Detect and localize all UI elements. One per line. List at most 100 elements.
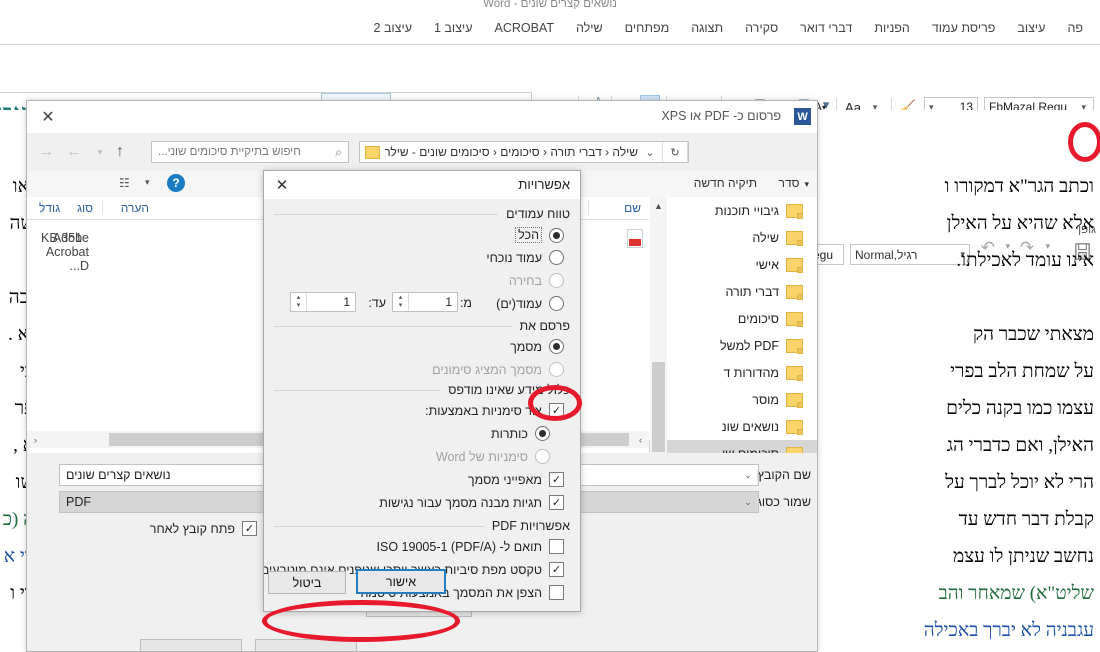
pdf-file-icon: [627, 229, 643, 248]
checkbox-iso-box[interactable]: [549, 539, 564, 554]
ribbon-tab-11[interactable]: עיצוב 2: [363, 18, 423, 38]
breadcrumb[interactable]: שילה ‹ דברי תורה ‹ סיכומים ‹ סיכומים שונ…: [385, 145, 638, 159]
ribbon-tab-3[interactable]: הפניות: [863, 18, 921, 38]
radio-publish-document-button[interactable]: [549, 339, 564, 354]
open-after-publish-checkbox[interactable]: ✓: [242, 521, 257, 536]
group-include: כלול מידע שאינו מודפס: [274, 383, 570, 397]
document-line: עגבניה לא יברך באכילה: [923, 620, 1094, 641]
radio-page-range-button[interactable]: [549, 296, 564, 311]
folder-list-pane[interactable]: גיבויי תוכנות שילה אישי דברי תורה סיכומים PDF…: [648, 197, 817, 497]
radio-bookmarks-headings-label: כותרות: [490, 426, 528, 441]
ribbon-tab-9[interactable]: ACROBAT: [483, 18, 565, 38]
search-icon: ⌕: [335, 144, 342, 159]
folder-item-6[interactable]: מהדורות ד: [649, 359, 817, 386]
ribbon-tab-1[interactable]: עיצוב: [1006, 18, 1056, 38]
help-icon[interactable]: ?: [167, 174, 185, 192]
hscroll-left-icon[interactable]: ‹: [27, 431, 44, 448]
refresh-button[interactable]: ↻: [663, 142, 688, 162]
folder-item-7[interactable]: מוסר: [649, 386, 817, 413]
folder-pane-scrollbar[interactable]: ▲ ▼: [650, 197, 667, 497]
dialog-cancel-button[interactable]: [255, 639, 357, 651]
column-size[interactable]: גודל: [39, 201, 60, 215]
scroll-thumb[interactable]: [652, 362, 665, 452]
search-placeholder: חיפוש בתיקיית סיכומים שוני...: [158, 146, 301, 158]
options-cancel-button[interactable]: ביטול: [268, 571, 346, 594]
open-after-publish-option[interactable]: ✓ פתח קובץ לאחר: [150, 521, 257, 536]
recent-locations-caret-icon[interactable]: ▾: [89, 141, 111, 163]
folder-item-0[interactable]: גיבויי תוכנות: [649, 197, 817, 224]
ribbon-tab-5[interactable]: סקירה: [734, 18, 789, 38]
checkbox-create-bookmarks-box[interactable]: ✓: [549, 403, 564, 418]
address-bar[interactable]: ↻ ⌄ שילה ‹ דברי תורה ‹ סיכומים ‹ סיכומים…: [359, 141, 689, 163]
folder-icon: [786, 230, 803, 246]
column-name[interactable]: שם: [624, 201, 641, 215]
publish-button[interactable]: [140, 639, 242, 651]
checkbox-encrypt-box[interactable]: [549, 585, 564, 600]
page-to-spinner[interactable]: ▴ ▾ 1: [290, 292, 356, 312]
options-title-bar: אפשרויות ✕: [264, 171, 580, 199]
ribbon-tab-8[interactable]: שילה: [565, 18, 614, 38]
view-layout-icon[interactable]: ☷: [119, 176, 130, 190]
file-name-caret-icon[interactable]: ⌄: [739, 469, 758, 481]
folder-item-2[interactable]: אישי: [649, 251, 817, 278]
folder-item-3[interactable]: דברי תורה: [649, 278, 817, 305]
group-include-label: כלול מידע שאינו מודפס: [448, 383, 570, 397]
page-from-spinner[interactable]: ▴ ▾ 1: [392, 292, 458, 312]
options-close-icon[interactable]: ✕: [272, 175, 292, 195]
folder-icon: [365, 145, 380, 159]
new-folder-button[interactable]: תיקיה חדשה: [694, 176, 757, 190]
radio-current-page[interactable]: עמוד נוכחי: [486, 250, 564, 265]
ribbon-tab-bar: פה עיצוב פריסת עמוד הפניות דברי דואר סקירה תצו…: [0, 16, 1100, 40]
address-dropdown-caret-icon[interactable]: ⌄: [638, 142, 663, 162]
group-pdf-options: אפשרויות PDF: [274, 519, 570, 533]
radio-all-pages-button[interactable]: [549, 227, 564, 243]
scroll-up-icon[interactable]: ▲: [650, 197, 667, 214]
page-from-spinner-arrows[interactable]: ▴ ▾: [393, 293, 409, 311]
radio-bookmarks-headings-button[interactable]: [535, 426, 550, 441]
checkbox-iso[interactable]: תואם ל- ISO 19005-1 (PDF/A): [377, 539, 564, 554]
radio-page-range[interactable]: עמוד(ים): [496, 296, 564, 311]
checkbox-document-properties-box[interactable]: ✓: [549, 472, 564, 487]
radio-current-page-button[interactable]: [549, 250, 564, 265]
column-note[interactable]: הערה: [121, 201, 149, 215]
hscroll-right-icon[interactable]: ›: [632, 431, 649, 448]
checkbox-create-bookmarks[interactable]: ✓ צור סימניות באמצעות:: [425, 403, 564, 418]
sort-order-button[interactable]: ▾ סדר: [779, 176, 809, 190]
folder-label: מוסר: [752, 392, 779, 407]
close-icon[interactable]: ✕: [37, 107, 59, 127]
column-type[interactable]: סוג: [77, 201, 93, 215]
ribbon-tab-7[interactable]: מפתחים: [614, 18, 681, 38]
radio-bookmarks-headings[interactable]: כותרות: [491, 426, 550, 441]
up-folder-icon[interactable]: ↑: [109, 141, 131, 163]
radio-bookmarks-word: סימניות של Word: [436, 449, 550, 464]
forward-icon[interactable]: →: [35, 141, 57, 163]
checkbox-document-properties[interactable]: ✓ מאפייני מסמך: [468, 472, 564, 487]
file-type-caret-icon[interactable]: ⌄: [739, 496, 758, 508]
checkbox-structure-tags-box[interactable]: ✓: [549, 495, 564, 510]
checkbox-structure-tags[interactable]: ✓ תגיות מבנה מסמך עבור נגישות: [379, 495, 564, 510]
search-input[interactable]: ⌕ חיפוש בתיקיית סיכומים שוני...: [151, 141, 349, 163]
folder-item-8[interactable]: נושאים שונ: [649, 413, 817, 440]
folder-label: גיבויי תוכנות: [714, 203, 779, 218]
radio-all-pages[interactable]: הכל: [515, 227, 564, 243]
ribbon-tab-6[interactable]: תצוגה: [680, 18, 734, 38]
checkbox-bitmap-text-box[interactable]: ✓: [549, 562, 564, 577]
page-to-spinner-arrows[interactable]: ▴ ▾: [291, 293, 307, 311]
ribbon-tab-2[interactable]: פריסת עמוד: [921, 18, 1007, 38]
checkbox-create-bookmarks-label: צור סימניות באמצעות:: [425, 403, 542, 418]
word-icon: W: [794, 108, 811, 125]
radio-publish-document[interactable]: מסמך: [510, 339, 564, 354]
options-ok-button[interactable]: אישור: [356, 569, 446, 594]
back-icon[interactable]: ←: [63, 141, 85, 163]
ribbon-tab-10[interactable]: עיצוב 1: [423, 18, 483, 38]
folder-icon: [786, 392, 803, 408]
folder-item-1[interactable]: שילה: [649, 224, 817, 251]
navigation-row: → ← ▾ ↑ ↻ ⌄ שילה ‹ דברי תורה ‹ סיכומים ‹…: [27, 133, 817, 171]
radio-publish-document-label: מסמך: [510, 339, 542, 354]
folder-item-4[interactable]: סיכומים: [649, 305, 817, 332]
folder-item-5[interactable]: PDF למשל: [649, 332, 817, 359]
view-caret-icon[interactable]: ▾: [145, 177, 150, 188]
document-text-right: וכתב הגר"א דמקורו ו אלא שהיא על האילן אינו…: [814, 168, 1100, 650]
ribbon-tab-4[interactable]: דברי דואר: [789, 18, 863, 38]
ribbon-tab-0[interactable]: פה: [1056, 18, 1094, 38]
